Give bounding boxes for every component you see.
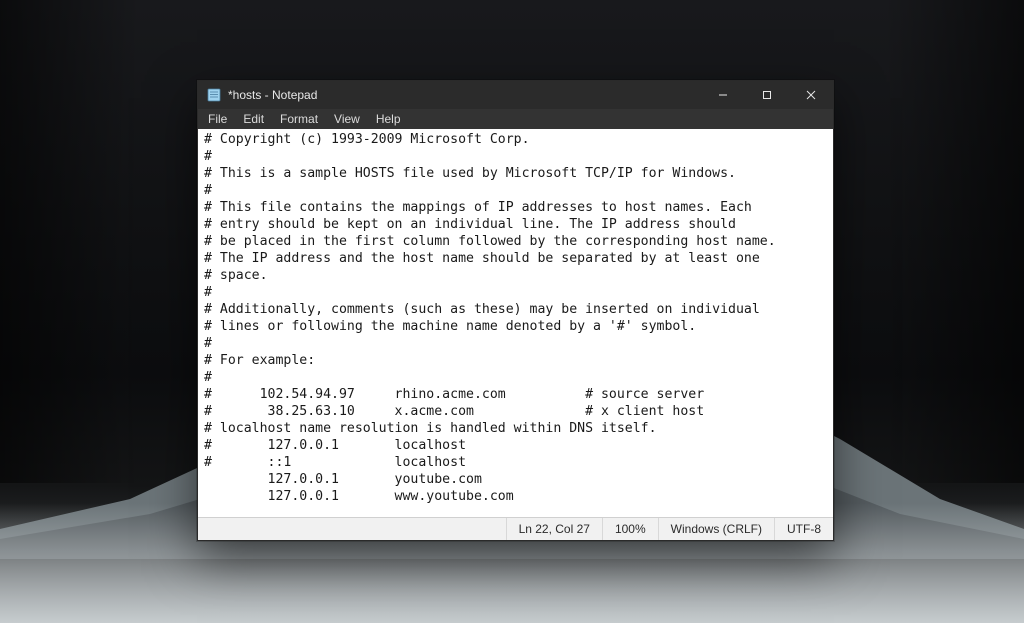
status-spacer xyxy=(198,518,506,540)
notepad-icon xyxy=(206,87,222,103)
maximize-button[interactable] xyxy=(745,81,789,109)
menu-view[interactable]: View xyxy=(326,109,368,129)
status-line-ending: Windows (CRLF) xyxy=(658,518,774,540)
text-editor[interactable]: # Copyright (c) 1993-2009 Microsoft Corp… xyxy=(198,129,833,517)
minimize-icon xyxy=(718,90,728,100)
editor-content[interactable]: # Copyright (c) 1993-2009 Microsoft Corp… xyxy=(198,129,833,507)
status-encoding: UTF-8 xyxy=(774,518,833,540)
menu-help[interactable]: Help xyxy=(368,109,409,129)
notepad-window: *hosts - Notepad File Edit Format View H… xyxy=(197,80,834,541)
close-button[interactable] xyxy=(789,81,833,109)
minimize-button[interactable] xyxy=(701,81,745,109)
statusbar: Ln 22, Col 27 100% Windows (CRLF) UTF-8 xyxy=(198,517,833,540)
menu-format[interactable]: Format xyxy=(272,109,326,129)
menu-edit[interactable]: Edit xyxy=(235,109,272,129)
status-zoom: 100% xyxy=(602,518,658,540)
maximize-icon xyxy=(762,90,772,100)
titlebar[interactable]: *hosts - Notepad xyxy=(198,81,833,109)
window-title: *hosts - Notepad xyxy=(228,88,317,102)
close-icon xyxy=(806,90,816,100)
menu-file[interactable]: File xyxy=(200,109,235,129)
status-cursor-position: Ln 22, Col 27 xyxy=(506,518,602,540)
menubar: File Edit Format View Help xyxy=(198,109,833,129)
